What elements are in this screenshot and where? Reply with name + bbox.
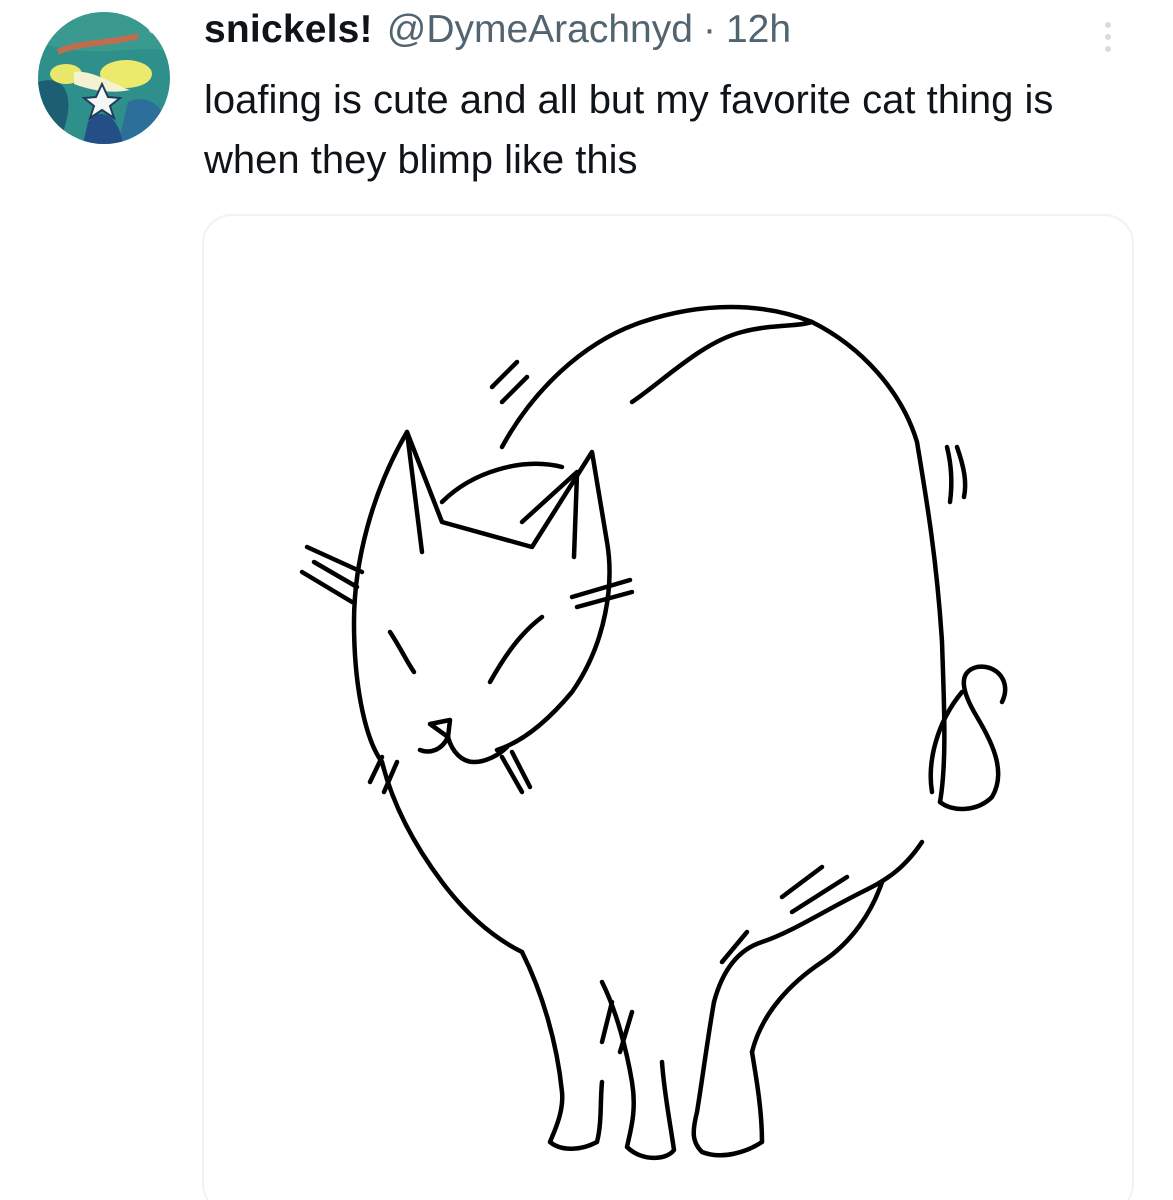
user-handle[interactable]: @DymeArachnyd <box>387 8 693 52</box>
more-options-button[interactable] <box>1090 14 1126 60</box>
tweet-media[interactable] <box>202 214 1134 1200</box>
cat-drawing-image <box>299 304 1008 1161</box>
timestamp[interactable]: 12h <box>726 8 791 52</box>
avatar-image <box>38 12 170 144</box>
tweet-text: loafing is cute and all but my favorite … <box>204 78 1054 182</box>
tweet-header: snickels! @DymeArachnyd · 12h <box>204 8 791 60</box>
separator-dot: · <box>702 8 716 51</box>
display-name[interactable]: snickels! <box>204 8 373 52</box>
more-vertical-icon <box>1105 22 1111 28</box>
avatar[interactable] <box>38 12 170 144</box>
